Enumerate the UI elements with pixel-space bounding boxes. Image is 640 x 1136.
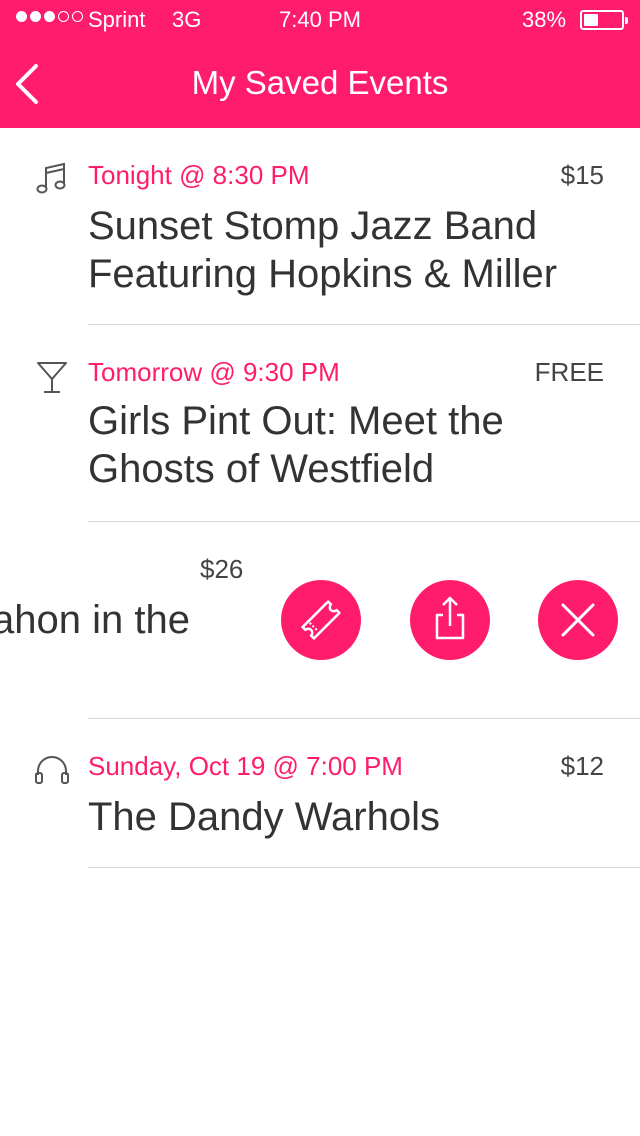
battery-percent: 38% — [522, 7, 567, 32]
battery-level — [584, 14, 598, 26]
share-icon — [435, 596, 465, 640]
event-title: Sunset Stomp Jazz Band Featuring Hopkins… — [88, 202, 618, 298]
ticket-icon — [301, 600, 341, 640]
event-title: The Dandy Warhols — [88, 795, 440, 839]
event-item-dandy-warhols[interactable]: Sunday, Oct 19 @ 7:00 PM $12 The Dandy W… — [0, 719, 640, 867]
event-item-sunset-stomp[interactable]: Tonight @ 8:30 PM $15 Sunset Stomp Jazz … — [0, 128, 640, 324]
event-price: FREE — [534, 357, 604, 387]
event-date: Tonight @ 8:30 PM — [88, 160, 310, 190]
event-date: Tomorrow @ 9:30 PM — [88, 357, 340, 387]
event-title-line: Girls Pint Out: Meet the — [88, 399, 504, 443]
event-item-girls-pint-out[interactable]: Tomorrow @ 9:30 PM FREE Girls Pint Out: … — [0, 325, 640, 521]
page-title: My Saved Events — [191, 64, 449, 101]
event-price: $15 — [560, 160, 604, 190]
event-price: $26 — [200, 554, 244, 584]
status-bar: Sprint 3G 7:40 PM 38% — [0, 0, 640, 40]
battery-icon — [580, 10, 628, 30]
event-title: ahon in the — [0, 598, 190, 642]
remove-button[interactable] — [538, 580, 618, 660]
event-date: Sunday, Oct 19 @ 7:00 PM — [88, 751, 403, 781]
cocktail-glass-icon — [37, 362, 67, 393]
event-title-line: Sunset Stomp Jazz Band — [88, 204, 538, 248]
event-title-line: Ghosts of Westfield — [88, 447, 435, 491]
event-title-line: Featuring Hopkins & Miller — [88, 252, 558, 296]
close-icon — [561, 603, 595, 637]
headphones-icon — [35, 756, 69, 784]
music-note-icon — [36, 162, 66, 194]
event-title: Girls Pint Out: Meet the Ghosts of Westf… — [88, 397, 618, 493]
share-button[interactable] — [410, 580, 490, 660]
event-price: $12 — [560, 751, 604, 781]
divider — [88, 867, 640, 868]
app-header: Sprint 3G 7:40 PM 38% My Saved Events — [0, 0, 640, 128]
ticket-button[interactable] — [281, 580, 361, 660]
